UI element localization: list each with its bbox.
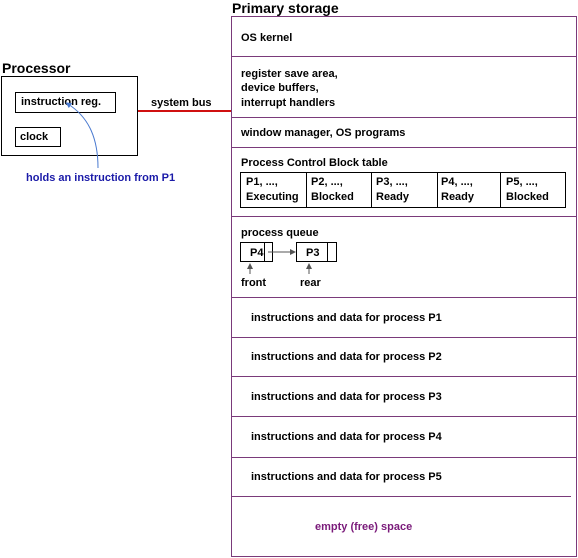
annotation-arrow — [65, 102, 99, 169]
connectors — [65, 102, 312, 274]
